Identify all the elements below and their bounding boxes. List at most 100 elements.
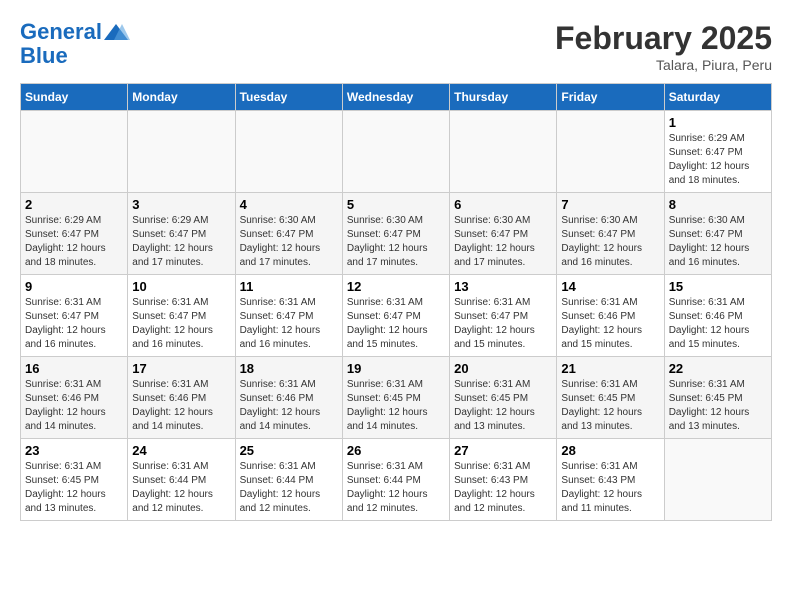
week-row-1: 1 Sunrise: 6:29 AM Sunset: 6:47 PM Dayli… bbox=[21, 111, 772, 193]
day-number: 18 bbox=[240, 361, 338, 376]
day-number: 2 bbox=[25, 197, 123, 212]
calendar-cell: 28 Sunrise: 6:31 AM Sunset: 6:43 PM Dayl… bbox=[557, 439, 664, 521]
day-number: 13 bbox=[454, 279, 552, 294]
day-info: Sunrise: 6:31 AM Sunset: 6:47 PM Dayligh… bbox=[132, 296, 230, 352]
day-info: Sunrise: 6:30 AM Sunset: 6:47 PM Dayligh… bbox=[240, 214, 338, 270]
calendar-cell: 25 Sunrise: 6:31 AM Sunset: 6:44 PM Dayl… bbox=[235, 439, 342, 521]
calendar-cell: 15 Sunrise: 6:31 AM Sunset: 6:46 PM Dayl… bbox=[664, 275, 771, 357]
calendar-cell: 24 Sunrise: 6:31 AM Sunset: 6:44 PM Dayl… bbox=[128, 439, 235, 521]
weekday-sunday: Sunday bbox=[21, 84, 128, 111]
day-info: Sunrise: 6:30 AM Sunset: 6:47 PM Dayligh… bbox=[347, 214, 445, 270]
calendar-cell bbox=[664, 439, 771, 521]
week-row-3: 9 Sunrise: 6:31 AM Sunset: 6:47 PM Dayli… bbox=[21, 275, 772, 357]
day-info: Sunrise: 6:31 AM Sunset: 6:45 PM Dayligh… bbox=[669, 378, 767, 434]
day-info: Sunrise: 6:31 AM Sunset: 6:44 PM Dayligh… bbox=[132, 460, 230, 516]
day-number: 25 bbox=[240, 443, 338, 458]
calendar-body: 1 Sunrise: 6:29 AM Sunset: 6:47 PM Dayli… bbox=[21, 111, 772, 521]
day-number: 26 bbox=[347, 443, 445, 458]
day-number: 12 bbox=[347, 279, 445, 294]
day-number: 11 bbox=[240, 279, 338, 294]
calendar-cell: 19 Sunrise: 6:31 AM Sunset: 6:45 PM Dayl… bbox=[342, 357, 449, 439]
day-number: 17 bbox=[132, 361, 230, 376]
day-info: Sunrise: 6:31 AM Sunset: 6:47 PM Dayligh… bbox=[240, 296, 338, 352]
day-info: Sunrise: 6:31 AM Sunset: 6:45 PM Dayligh… bbox=[25, 460, 123, 516]
day-info: Sunrise: 6:31 AM Sunset: 6:44 PM Dayligh… bbox=[347, 460, 445, 516]
day-info: Sunrise: 6:31 AM Sunset: 6:47 PM Dayligh… bbox=[454, 296, 552, 352]
logo: General Blue bbox=[20, 20, 130, 68]
day-number: 21 bbox=[561, 361, 659, 376]
weekday-tuesday: Tuesday bbox=[235, 84, 342, 111]
day-number: 15 bbox=[669, 279, 767, 294]
calendar-cell: 4 Sunrise: 6:30 AM Sunset: 6:47 PM Dayli… bbox=[235, 193, 342, 275]
day-info: Sunrise: 6:31 AM Sunset: 6:46 PM Dayligh… bbox=[561, 296, 659, 352]
day-info: Sunrise: 6:31 AM Sunset: 6:44 PM Dayligh… bbox=[240, 460, 338, 516]
day-number: 27 bbox=[454, 443, 552, 458]
calendar-cell bbox=[342, 111, 449, 193]
calendar-cell bbox=[21, 111, 128, 193]
calendar-cell: 23 Sunrise: 6:31 AM Sunset: 6:45 PM Dayl… bbox=[21, 439, 128, 521]
weekday-saturday: Saturday bbox=[664, 84, 771, 111]
location-subtitle: Talara, Piura, Peru bbox=[555, 57, 772, 73]
day-number: 14 bbox=[561, 279, 659, 294]
weekday-thursday: Thursday bbox=[450, 84, 557, 111]
day-info: Sunrise: 6:31 AM Sunset: 6:45 PM Dayligh… bbox=[347, 378, 445, 434]
day-number: 20 bbox=[454, 361, 552, 376]
day-info: Sunrise: 6:31 AM Sunset: 6:45 PM Dayligh… bbox=[561, 378, 659, 434]
day-info: Sunrise: 6:31 AM Sunset: 6:46 PM Dayligh… bbox=[240, 378, 338, 434]
day-info: Sunrise: 6:31 AM Sunset: 6:47 PM Dayligh… bbox=[25, 296, 123, 352]
calendar-cell: 6 Sunrise: 6:30 AM Sunset: 6:47 PM Dayli… bbox=[450, 193, 557, 275]
day-info: Sunrise: 6:31 AM Sunset: 6:43 PM Dayligh… bbox=[561, 460, 659, 516]
calendar-cell: 18 Sunrise: 6:31 AM Sunset: 6:46 PM Dayl… bbox=[235, 357, 342, 439]
logo-general: General bbox=[20, 19, 102, 44]
day-info: Sunrise: 6:30 AM Sunset: 6:47 PM Dayligh… bbox=[669, 214, 767, 270]
day-number: 23 bbox=[25, 443, 123, 458]
calendar-cell: 20 Sunrise: 6:31 AM Sunset: 6:45 PM Dayl… bbox=[450, 357, 557, 439]
calendar-cell: 9 Sunrise: 6:31 AM Sunset: 6:47 PM Dayli… bbox=[21, 275, 128, 357]
page-header: General Blue February 2025 Talara, Piura… bbox=[20, 20, 772, 73]
calendar-cell bbox=[128, 111, 235, 193]
weekday-friday: Friday bbox=[557, 84, 664, 111]
week-row-4: 16 Sunrise: 6:31 AM Sunset: 6:46 PM Dayl… bbox=[21, 357, 772, 439]
calendar-cell: 16 Sunrise: 6:31 AM Sunset: 6:46 PM Dayl… bbox=[21, 357, 128, 439]
day-info: Sunrise: 6:31 AM Sunset: 6:43 PM Dayligh… bbox=[454, 460, 552, 516]
calendar-cell: 12 Sunrise: 6:31 AM Sunset: 6:47 PM Dayl… bbox=[342, 275, 449, 357]
weekday-wednesday: Wednesday bbox=[342, 84, 449, 111]
day-info: Sunrise: 6:31 AM Sunset: 6:46 PM Dayligh… bbox=[25, 378, 123, 434]
calendar-cell bbox=[450, 111, 557, 193]
day-info: Sunrise: 6:31 AM Sunset: 6:47 PM Dayligh… bbox=[347, 296, 445, 352]
day-info: Sunrise: 6:31 AM Sunset: 6:46 PM Dayligh… bbox=[132, 378, 230, 434]
day-info: Sunrise: 6:30 AM Sunset: 6:47 PM Dayligh… bbox=[561, 214, 659, 270]
day-info: Sunrise: 6:29 AM Sunset: 6:47 PM Dayligh… bbox=[25, 214, 123, 270]
day-number: 8 bbox=[669, 197, 767, 212]
day-number: 9 bbox=[25, 279, 123, 294]
weekday-monday: Monday bbox=[128, 84, 235, 111]
calendar-cell: 21 Sunrise: 6:31 AM Sunset: 6:45 PM Dayl… bbox=[557, 357, 664, 439]
day-number: 28 bbox=[561, 443, 659, 458]
month-title: February 2025 bbox=[555, 20, 772, 57]
day-number: 1 bbox=[669, 115, 767, 130]
week-row-2: 2 Sunrise: 6:29 AM Sunset: 6:47 PM Dayli… bbox=[21, 193, 772, 275]
day-info: Sunrise: 6:29 AM Sunset: 6:47 PM Dayligh… bbox=[669, 132, 767, 188]
title-block: February 2025 Talara, Piura, Peru bbox=[555, 20, 772, 73]
calendar-cell: 2 Sunrise: 6:29 AM Sunset: 6:47 PM Dayli… bbox=[21, 193, 128, 275]
day-number: 4 bbox=[240, 197, 338, 212]
calendar-cell bbox=[235, 111, 342, 193]
calendar-cell: 14 Sunrise: 6:31 AM Sunset: 6:46 PM Dayl… bbox=[557, 275, 664, 357]
day-number: 3 bbox=[132, 197, 230, 212]
day-number: 6 bbox=[454, 197, 552, 212]
day-number: 16 bbox=[25, 361, 123, 376]
calendar-cell: 8 Sunrise: 6:30 AM Sunset: 6:47 PM Dayli… bbox=[664, 193, 771, 275]
calendar-table: SundayMondayTuesdayWednesdayThursdayFrid… bbox=[20, 83, 772, 521]
calendar-cell: 11 Sunrise: 6:31 AM Sunset: 6:47 PM Dayl… bbox=[235, 275, 342, 357]
day-info: Sunrise: 6:30 AM Sunset: 6:47 PM Dayligh… bbox=[454, 214, 552, 270]
calendar-cell: 7 Sunrise: 6:30 AM Sunset: 6:47 PM Dayli… bbox=[557, 193, 664, 275]
weekday-header-row: SundayMondayTuesdayWednesdayThursdayFrid… bbox=[21, 84, 772, 111]
day-number: 19 bbox=[347, 361, 445, 376]
day-number: 5 bbox=[347, 197, 445, 212]
day-number: 10 bbox=[132, 279, 230, 294]
calendar-cell: 26 Sunrise: 6:31 AM Sunset: 6:44 PM Dayl… bbox=[342, 439, 449, 521]
calendar-cell: 22 Sunrise: 6:31 AM Sunset: 6:45 PM Dayl… bbox=[664, 357, 771, 439]
calendar-cell: 13 Sunrise: 6:31 AM Sunset: 6:47 PM Dayl… bbox=[450, 275, 557, 357]
day-info: Sunrise: 6:29 AM Sunset: 6:47 PM Dayligh… bbox=[132, 214, 230, 270]
logo-blue: Blue bbox=[20, 44, 130, 68]
